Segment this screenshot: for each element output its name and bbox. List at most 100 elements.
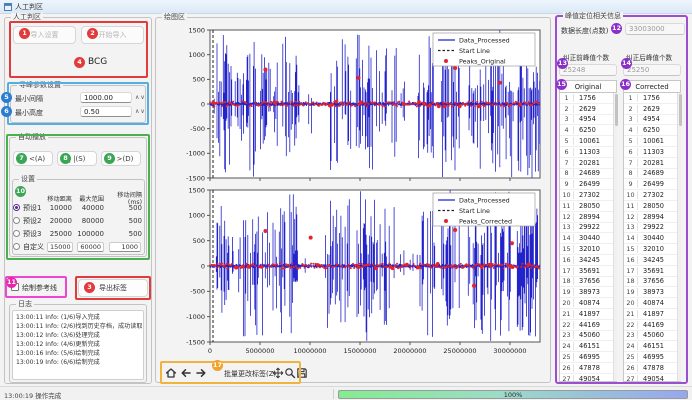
col-header-max-range: 最大范围 <box>75 194 107 203</box>
table-row[interactable]: 824689 <box>560 169 616 180</box>
table-row[interactable]: 46250 <box>560 125 616 136</box>
table-row[interactable]: 1128050 <box>624 201 680 212</box>
table-row[interactable]: 1027302 <box>560 190 616 201</box>
table-row[interactable]: 1634245 <box>560 255 616 266</box>
save-button[interactable] <box>295 366 308 380</box>
table-row[interactable]: 510061 <box>624 136 680 147</box>
progress-value: 100% <box>504 391 523 399</box>
table-row[interactable]: 2446151 <box>624 341 680 352</box>
table-row[interactable]: 1735691 <box>624 266 680 277</box>
signal-chart-corrected[interactable]: 150010005000-500-1000-150005000000100000… <box>158 183 548 359</box>
table-row[interactable]: 926499 <box>560 179 616 190</box>
table-row[interactable]: 2244169 <box>560 320 616 331</box>
min-interval-label: 最小间隔 <box>15 94 43 104</box>
preset-1-interval: 500 <box>107 204 145 212</box>
signal-chart-original[interactable]: 150010005000-500-1000-1500Data_Processed… <box>158 22 548 182</box>
min-height-spinner[interactable]: ∧∨ <box>135 108 146 115</box>
app-window: 人工判区 人工判区 导入设置 开始导入 BCG 寻峰参数设置 最小间隔 1000… <box>0 0 692 400</box>
table-row[interactable]: 611303 <box>560 147 616 158</box>
table-row[interactable]: 2141897 <box>624 309 680 320</box>
table-row[interactable]: 1128050 <box>560 201 616 212</box>
table-row[interactable]: 2749054 <box>560 374 616 382</box>
table-row[interactable]: 1735691 <box>560 266 616 277</box>
back-button[interactable] <box>179 366 192 380</box>
corrected-peaks-table[interactable]: Corrected 117562262934954462505100616113… <box>623 80 681 382</box>
table-row[interactable]: 22629 <box>624 104 680 115</box>
table-row[interactable]: 1532010 <box>624 244 680 255</box>
table-row[interactable]: 34954 <box>624 115 680 126</box>
table-row[interactable]: 1228994 <box>624 212 680 223</box>
min-interval-spinner[interactable]: ∧∨ <box>135 94 146 101</box>
svg-text:1000: 1000 <box>188 212 205 220</box>
table-row[interactable]: 2446151 <box>560 341 616 352</box>
table-row[interactable]: 11756 <box>560 93 616 104</box>
table-row[interactable]: 2647878 <box>624 363 680 374</box>
batch-edit-label[interactable]: 批量更改标签(Z) <box>224 369 276 379</box>
custom-interval-input[interactable]: 1000 <box>109 242 141 252</box>
table-row[interactable]: 1837656 <box>560 277 616 288</box>
table-row[interactable]: 611303 <box>624 147 680 158</box>
status-bar: 13:00:19 操作完成 100% <box>0 386 692 400</box>
table-row[interactable]: 2040874 <box>560 298 616 309</box>
table-row[interactable]: 2546995 <box>560 352 616 363</box>
radio-preset-custom[interactable] <box>13 243 20 250</box>
radio-preset-1[interactable] <box>13 204 20 211</box>
log-box[interactable]: 13:00:11 Info: (1/6)导入完成13:00:11 Info: (… <box>12 310 144 380</box>
table-row[interactable]: 1329922 <box>624 223 680 234</box>
badge-11: 11 <box>6 277 17 288</box>
forward-button[interactable] <box>194 366 207 380</box>
table-row[interactable]: 22629 <box>560 104 616 115</box>
progress-bar: 100% <box>338 390 688 399</box>
before-count-field: 25248 <box>559 64 617 76</box>
col-header-move-distance: 移动距离 <box>45 194 75 203</box>
table-row[interactable]: 720281 <box>560 158 616 169</box>
custom-move-input[interactable]: 15000 <box>47 242 73 252</box>
table-row[interactable]: 1938973 <box>560 287 616 298</box>
table-row[interactable]: 2345060 <box>560 331 616 342</box>
table-row[interactable]: 46250 <box>624 125 680 136</box>
svg-text:20000000: 20000000 <box>393 347 426 355</box>
table-row[interactable]: 2345060 <box>624 331 680 342</box>
corrected-table-scrollbar[interactable] <box>677 93 681 381</box>
min-interval-input[interactable]: 1000.00 <box>80 92 132 103</box>
table-row[interactable]: 1027302 <box>624 190 680 201</box>
table-row[interactable]: 824689 <box>624 169 680 180</box>
table-row[interactable]: 2244169 <box>624 320 680 331</box>
table-row[interactable]: 2141897 <box>560 309 616 320</box>
table-row[interactable]: 1837656 <box>624 277 680 288</box>
custom-range-input[interactable]: 60000 <box>77 242 104 252</box>
reference-line-label: 绘制参考线 <box>22 283 57 293</box>
table-row[interactable]: 1532010 <box>560 244 616 255</box>
svg-text:30000000: 30000000 <box>493 347 526 355</box>
preset-1-move: 10000 <box>45 204 75 212</box>
table-row[interactable]: 11756 <box>624 93 680 104</box>
table-row[interactable]: 1228994 <box>560 212 616 223</box>
original-table-scrollbar[interactable] <box>613 93 617 381</box>
table-row[interactable]: 2749054 <box>624 374 680 382</box>
badge-2: 2 <box>87 28 98 39</box>
table-row[interactable]: 510061 <box>560 136 616 147</box>
badge-6: 6 <box>1 106 12 117</box>
preset-2-interval: 500 <box>107 217 145 225</box>
radio-preset-3[interactable] <box>13 230 20 237</box>
table-row[interactable]: 2040874 <box>624 298 680 309</box>
preset-row-3: 预设3 25000 100000 500 <box>13 227 145 240</box>
table-row[interactable]: 926499 <box>624 179 680 190</box>
table-row[interactable]: 2546995 <box>624 352 680 363</box>
table-row[interactable]: 34954 <box>560 115 616 126</box>
radio-preset-2[interactable] <box>13 217 20 224</box>
table-row[interactable]: 1329922 <box>560 223 616 234</box>
preset-row-2: 预设2 20000 80000 500 <box>13 214 145 227</box>
log-line: 13:00:12 Info: (3/6)处理完成 <box>16 331 140 340</box>
data-length-label: 数据长度(点数) <box>561 26 608 36</box>
home-button[interactable] <box>164 366 177 380</box>
table-row[interactable]: 1430440 <box>624 233 680 244</box>
start-import-label: 开始导入 <box>99 30 127 40</box>
original-peaks-table[interactable]: Original 1175622629349544625051006161130… <box>559 80 617 382</box>
table-row[interactable]: 1938973 <box>624 287 680 298</box>
table-row[interactable]: 1634245 <box>624 255 680 266</box>
min-height-input[interactable]: 0.50 <box>80 106 132 117</box>
table-row[interactable]: 1430440 <box>560 233 616 244</box>
table-row[interactable]: 720281 <box>624 158 680 169</box>
table-row[interactable]: 2647878 <box>560 363 616 374</box>
